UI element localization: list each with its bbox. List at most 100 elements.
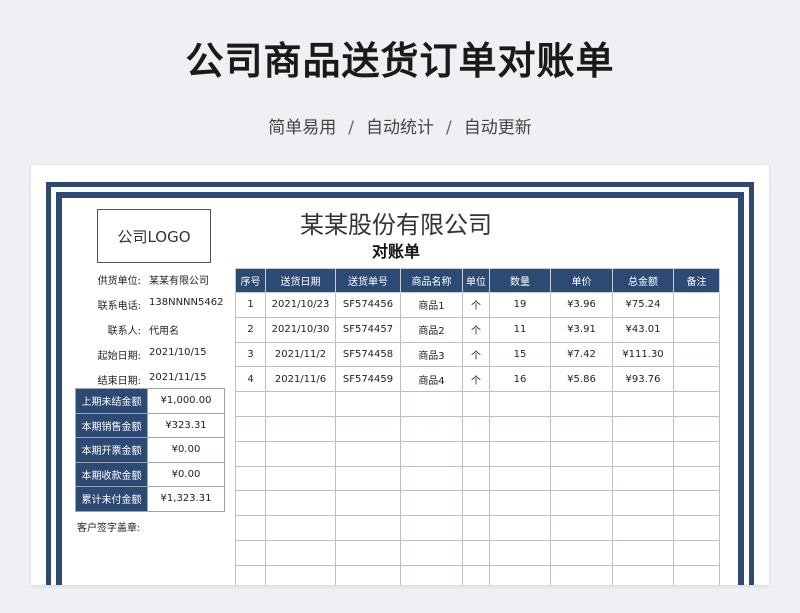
- table-cell[interactable]: [489, 539, 551, 566]
- table-cell[interactable]: 3: [235, 341, 266, 368]
- table-cell[interactable]: [489, 391, 551, 417]
- table-cell[interactable]: [265, 490, 336, 517]
- table-cell[interactable]: 1: [235, 292, 266, 318]
- table-cell[interactable]: [673, 316, 720, 343]
- table-cell[interactable]: ¥75.24: [612, 292, 674, 318]
- table-cell[interactable]: 商品4: [400, 366, 463, 393]
- summary-value[interactable]: ¥0.00: [147, 461, 225, 487]
- table-cell[interactable]: [462, 391, 490, 417]
- table-cell[interactable]: [550, 415, 613, 442]
- table-cell[interactable]: [673, 391, 720, 417]
- table-cell[interactable]: [489, 564, 551, 585]
- table-cell[interactable]: [489, 415, 551, 442]
- table-cell[interactable]: ¥43.01: [612, 316, 674, 343]
- table-cell[interactable]: ¥5.86: [550, 366, 613, 393]
- table-cell[interactable]: [673, 564, 720, 585]
- table-cell[interactable]: [265, 415, 336, 442]
- table-cell[interactable]: 商品3: [400, 341, 463, 368]
- table-cell[interactable]: [235, 490, 266, 517]
- table-cell[interactable]: [462, 564, 490, 585]
- table-cell[interactable]: [550, 490, 613, 517]
- table-cell[interactable]: [550, 515, 613, 541]
- table-cell[interactable]: [265, 391, 336, 417]
- table-cell[interactable]: SF574459: [335, 366, 401, 393]
- table-cell[interactable]: [612, 515, 674, 541]
- table-cell[interactable]: [612, 490, 674, 517]
- table-cell[interactable]: [612, 564, 674, 585]
- table-cell[interactable]: [400, 465, 463, 492]
- table-cell[interactable]: 个: [462, 292, 490, 318]
- table-cell[interactable]: [462, 440, 490, 467]
- table-cell[interactable]: [612, 415, 674, 442]
- table-cell[interactable]: [235, 515, 266, 541]
- table-cell[interactable]: [489, 440, 551, 467]
- table-cell[interactable]: [673, 366, 720, 393]
- table-cell[interactable]: [489, 465, 551, 492]
- table-cell[interactable]: [550, 564, 613, 585]
- table-cell[interactable]: [673, 539, 720, 566]
- table-cell[interactable]: [550, 440, 613, 467]
- table-cell[interactable]: [462, 490, 490, 517]
- table-cell[interactable]: [550, 539, 613, 566]
- table-cell[interactable]: [265, 539, 336, 566]
- table-cell[interactable]: [673, 515, 720, 541]
- table-cell[interactable]: 个: [462, 366, 490, 393]
- table-cell[interactable]: [400, 440, 463, 467]
- table-cell[interactable]: 商品2: [400, 316, 463, 343]
- table-cell[interactable]: [400, 490, 463, 517]
- table-cell[interactable]: [612, 440, 674, 467]
- table-cell[interactable]: ¥3.91: [550, 316, 613, 343]
- table-cell[interactable]: 个: [462, 341, 490, 368]
- table-cell[interactable]: [265, 564, 336, 585]
- table-cell[interactable]: [235, 539, 266, 566]
- table-cell[interactable]: [462, 515, 490, 541]
- summary-value[interactable]: ¥323.31: [147, 412, 225, 438]
- table-cell[interactable]: [265, 440, 336, 467]
- table-cell[interactable]: [462, 465, 490, 492]
- table-cell[interactable]: [673, 292, 720, 318]
- table-cell[interactable]: [400, 515, 463, 541]
- table-cell[interactable]: 商品1: [400, 292, 463, 318]
- table-cell[interactable]: 2: [235, 316, 266, 343]
- table-cell[interactable]: 2021/10/30: [265, 316, 336, 343]
- table-cell[interactable]: [612, 391, 674, 417]
- table-cell[interactable]: [335, 415, 401, 442]
- table-cell[interactable]: [462, 539, 490, 566]
- table-cell[interactable]: [673, 415, 720, 442]
- table-cell[interactable]: [550, 391, 613, 417]
- table-cell[interactable]: 个: [462, 316, 490, 343]
- summary-value[interactable]: ¥0.00: [147, 437, 225, 463]
- table-cell[interactable]: ¥93.76: [612, 366, 674, 393]
- table-cell[interactable]: [489, 490, 551, 517]
- table-cell[interactable]: ¥7.42: [550, 341, 613, 368]
- table-cell[interactable]: [335, 515, 401, 541]
- table-cell[interactable]: [335, 564, 401, 585]
- table-cell[interactable]: [550, 465, 613, 492]
- table-cell[interactable]: [400, 564, 463, 585]
- table-cell[interactable]: 15: [489, 341, 551, 368]
- table-cell[interactable]: [235, 564, 266, 585]
- table-cell[interactable]: [335, 539, 401, 566]
- summary-value[interactable]: ¥1,000.00: [147, 388, 225, 414]
- table-cell[interactable]: 4: [235, 366, 266, 393]
- table-cell[interactable]: [335, 465, 401, 492]
- table-cell[interactable]: SF574456: [335, 292, 401, 318]
- table-cell[interactable]: [265, 465, 336, 492]
- table-cell[interactable]: 2021/11/6: [265, 366, 336, 393]
- table-cell[interactable]: [612, 539, 674, 566]
- table-cell[interactable]: [335, 490, 401, 517]
- table-cell[interactable]: 2021/10/23: [265, 292, 336, 318]
- table-cell[interactable]: 2021/11/2: [265, 341, 336, 368]
- table-cell[interactable]: [400, 415, 463, 442]
- table-cell[interactable]: [673, 341, 720, 368]
- table-cell[interactable]: [335, 440, 401, 467]
- table-cell[interactable]: [673, 465, 720, 492]
- table-cell[interactable]: SF574457: [335, 316, 401, 343]
- table-cell[interactable]: SF574458: [335, 341, 401, 368]
- table-cell[interactable]: [400, 391, 463, 417]
- table-cell[interactable]: [335, 391, 401, 417]
- table-cell[interactable]: [235, 440, 266, 467]
- table-cell[interactable]: [612, 465, 674, 492]
- table-cell[interactable]: ¥111.30: [612, 341, 674, 368]
- table-cell[interactable]: 11: [489, 316, 551, 343]
